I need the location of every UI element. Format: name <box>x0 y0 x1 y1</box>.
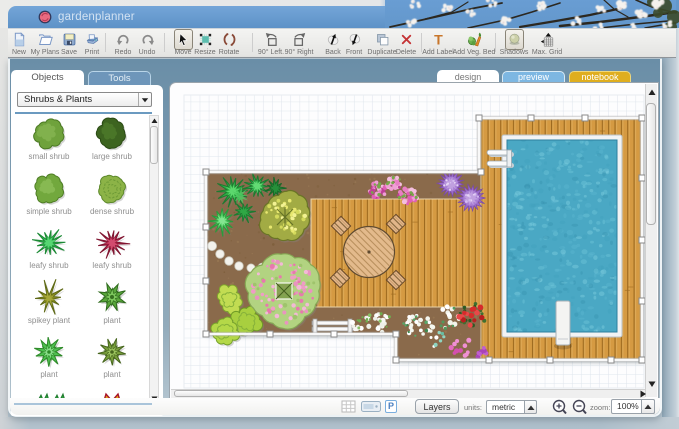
svg-text:T: T <box>434 33 443 48</box>
